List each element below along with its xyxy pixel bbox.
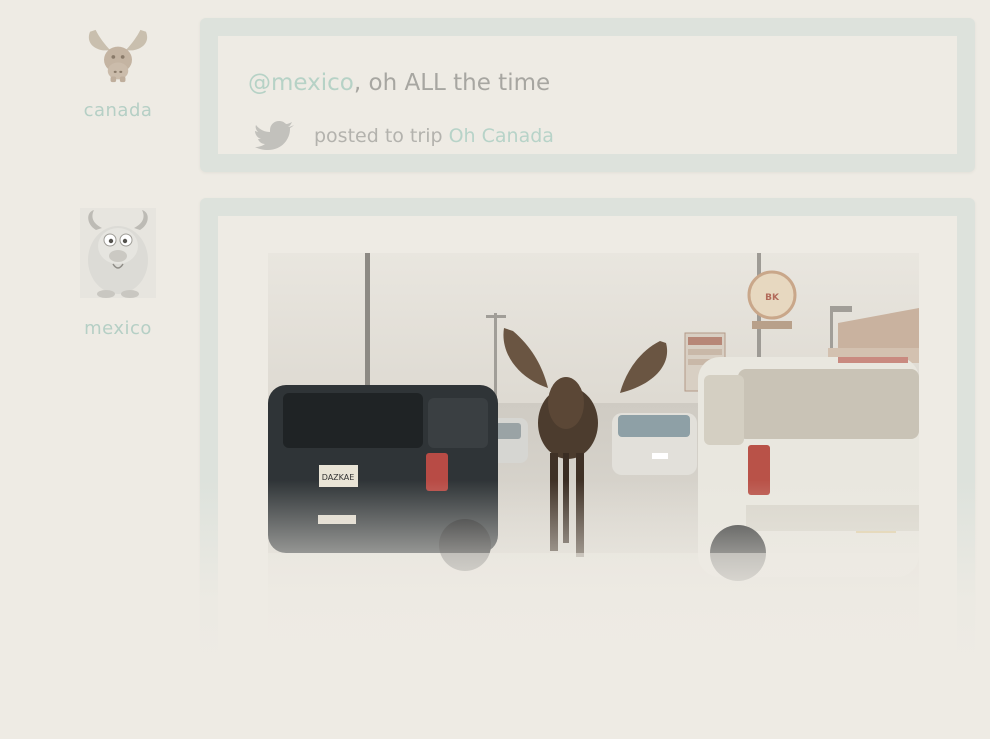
moose-icon[interactable] [80, 28, 156, 84]
svg-text:BK: BK [765, 293, 780, 303]
photo-card: BK DAZKAE [200, 198, 975, 739]
post-author: canada [60, 28, 176, 121]
moose-in-traffic-photo[interactable]: BK DAZKAE [268, 253, 919, 668]
twitter-bird-icon [255, 121, 294, 150]
tweet-text: @mexico, oh ALL the time [248, 70, 550, 96]
post-author: mexico [60, 208, 176, 339]
posted-to-trip: posted to trip Oh Canada [314, 125, 554, 147]
author-name-link[interactable]: canada [60, 100, 176, 121]
tweet-meta: posted to trip Oh Canada [254, 116, 554, 156]
feed-post-tweet: canada @mexico, oh ALL the time posted t… [0, 0, 990, 190]
tweet-card: @mexico, oh ALL the time posted to trip … [200, 18, 975, 172]
goat-icon[interactable] [80, 208, 156, 298]
svg-text:DAZKAE: DAZKAE [322, 473, 355, 482]
author-name-link[interactable]: mexico [60, 318, 176, 339]
feed-post-photo: mexico BK DAZKAE [0, 190, 990, 739]
tweet-body: , oh ALL the time [353, 70, 551, 96]
trip-link[interactable]: Oh Canada [449, 125, 554, 147]
mention-link[interactable]: @mexico [248, 70, 354, 96]
